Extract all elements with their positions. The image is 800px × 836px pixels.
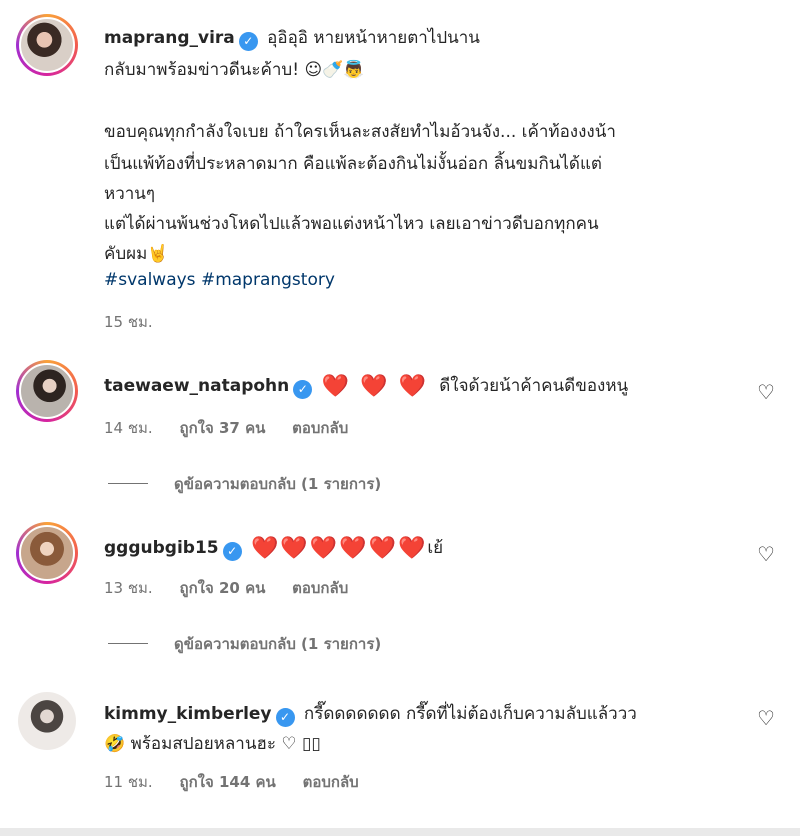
- comment-text: เย้: [427, 538, 444, 558]
- comment-text: กรี๊ดดดดดดด กรี๊ดที่ไม่ต้องเก็บความลับแล…: [303, 704, 637, 724]
- caption-username[interactable]: maprang_vira: [104, 28, 235, 48]
- caption-text-4: เป็นแพ้ท้องที่ประหลาดมาก คือแพ้ละต้องกิน…: [104, 154, 602, 174]
- comment-meta: 14 ชม. ถูกใจ 37 คน ตอบกลับ: [104, 416, 370, 440]
- comment-likes[interactable]: ถูกใจ 20 คน: [179, 579, 265, 597]
- comment-time: 13 ชม.: [104, 579, 153, 597]
- comment-time: 14 ชม.: [104, 419, 153, 437]
- comment-meta: 11 ชม. ถูกใจ 144 คน ตอบกลับ: [104, 770, 381, 794]
- comment-text-2: 🤣 พร้อมสปอยหลานฮะ ♡ ▯▯: [104, 734, 321, 754]
- comment-username[interactable]: gggubgib15: [104, 538, 219, 558]
- caption-hashtags[interactable]: #svalways #maprangstory: [104, 270, 335, 290]
- comment-avatar[interactable]: [16, 522, 78, 584]
- avatar-image: [18, 692, 76, 750]
- caption-text-2: กลับมาพร้อมข่าวดีนะค้าบ! ☺🍼👼: [104, 60, 365, 80]
- comment-avatar[interactable]: [16, 360, 78, 422]
- caption-line-1: maprang_vira ✓ อุอิอุอิ หายหน้าหายตาไปนาน: [104, 24, 480, 51]
- comment-likes[interactable]: ถูกใจ 144 คน: [179, 773, 275, 791]
- avatar-image: [19, 17, 75, 73]
- view-replies-button[interactable]: ดูข้อความตอบกลับ (1 รายการ): [108, 472, 381, 496]
- caption-time: 15 ชม.: [104, 313, 153, 331]
- caption-avatar[interactable]: [16, 14, 78, 76]
- comment-avatar[interactable]: [18, 692, 80, 754]
- caption-text-3: ขอบคุณทุกกำลังใจเบย ถ้าใครเห็นละสงสัยทำไ…: [104, 122, 616, 142]
- comment-username[interactable]: kimmy_kimberley: [104, 704, 272, 724]
- caption-text-5: หวานๆ: [104, 184, 156, 204]
- comment-likes[interactable]: ถูกใจ 37 คน: [179, 419, 265, 437]
- verified-badge-icon: ✓: [293, 380, 313, 399]
- heart-outline-icon[interactable]: ♡: [757, 380, 775, 404]
- divider-line: [108, 643, 148, 644]
- comment-time: 11 ชม.: [104, 773, 153, 791]
- avatar-image: [19, 363, 75, 419]
- heart-outline-icon[interactable]: ♡: [757, 706, 775, 730]
- bottom-divider: [0, 828, 800, 836]
- view-replies-label: ดูข้อความตอบกลับ (1 รายการ): [174, 475, 382, 493]
- comment-meta: 13 ชม. ถูกใจ 20 คน ตอบกลับ: [104, 576, 370, 600]
- reply-button[interactable]: ตอบกลับ: [292, 419, 348, 437]
- hearts-emoji: ❤️ ❤️ ❤️: [321, 374, 428, 399]
- verified-badge-icon: ✓: [275, 708, 295, 727]
- heart-outline-icon[interactable]: ♡: [757, 542, 775, 566]
- comment-text: ดีใจด้วยน้าค้าคนดีของหนู: [439, 376, 629, 396]
- reply-button[interactable]: ตอบกลับ: [292, 579, 348, 597]
- view-replies-button[interactable]: ดูข้อความตอบกลับ (1 รายการ): [108, 632, 381, 656]
- caption-text-1: อุอิอุอิ หายหน้าหายตาไปนาน: [267, 28, 480, 48]
- verified-badge-icon: ✓: [222, 542, 242, 561]
- caption-text-7: คับผม🤘: [104, 244, 169, 264]
- hearts-emoji: ❤️❤️❤️❤️❤️❤️: [251, 536, 428, 561]
- comment-text-line: gggubgib15 ✓ ❤️❤️❤️❤️❤️❤️เย้: [104, 534, 443, 561]
- reply-button[interactable]: ตอบกลับ: [303, 773, 359, 791]
- comment-text-line: taewaew_natapohn ✓ ❤️ ❤️ ❤️ ดีใจด้วยน้าค้…: [104, 372, 628, 399]
- comment-username[interactable]: taewaew_natapohn: [104, 376, 289, 396]
- avatar-image: [19, 525, 75, 581]
- verified-badge-icon: ✓: [238, 32, 258, 51]
- caption-text-6: แต่ได้ผ่านพ้นช่วงโหดไปแล้วพอแต่งหน้าไหว …: [104, 214, 599, 234]
- view-replies-label: ดูข้อความตอบกลับ (1 รายการ): [174, 635, 382, 653]
- divider-line: [108, 483, 148, 484]
- comment-text-line: kimmy_kimberley ✓ กรี๊ดดดดดดด กรี๊ดที่ไม่…: [104, 700, 637, 727]
